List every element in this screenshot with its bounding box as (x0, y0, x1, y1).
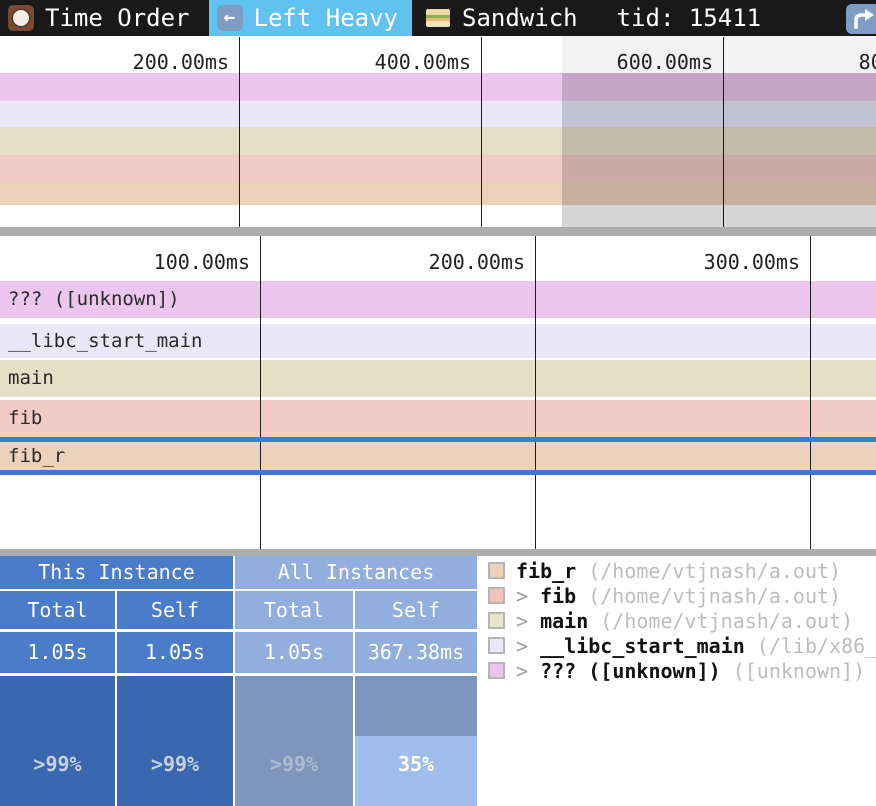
stats-value: 1.05s (0, 632, 115, 673)
minimap-tick-label: 400.00ms (375, 50, 471, 74)
frame-main[interactable]: main (0, 360, 876, 397)
callstack-list: fib_r (/home/vtjnash/a.out) > fib (/home/vt… (478, 556, 876, 806)
stats-percent-label: >99% (235, 752, 353, 776)
chevron-right-icon: > (516, 584, 540, 608)
callstack-frame-name: main (540, 609, 588, 633)
minimap-dim-outside-viewport (562, 73, 876, 227)
stats-value: 1.05s (235, 632, 353, 673)
frame-unknown[interactable]: ??? ([unknown]) (0, 281, 876, 318)
frame-label: fib_r (0, 445, 65, 467)
callstack-row-main: > main (/home/vtjnash/a.out) (478, 608, 876, 633)
stats-col-header: Self (355, 591, 477, 629)
tab-left-heavy[interactable]: ← Left Heavy (209, 0, 413, 36)
chevron-right-icon: > (516, 634, 540, 658)
minimap-tick-label: 200.00ms (133, 50, 229, 74)
frame-label: ??? ([unknown]) (0, 288, 180, 310)
tab-label: Left Heavy (254, 0, 399, 36)
color-swatch-icon (488, 612, 505, 629)
stats-col-header: Total (235, 591, 353, 629)
frame-fib-r[interactable]: fib_r (0, 442, 876, 470)
flamegraph-tick-label: 300.00ms (704, 250, 800, 274)
flamegraph-gridline (535, 236, 536, 549)
stats-value: 367.38ms (355, 632, 477, 673)
chevron-right-icon: > (516, 609, 540, 633)
stats-header-all-instances: All Instances (235, 556, 477, 589)
selection-border-top (0, 437, 876, 442)
stats-percent-bar: >99% (117, 676, 233, 806)
profiler-app: Time Order ← Left Heavy Sandwich tid: 15411… (0, 0, 876, 806)
stats-value: 1.05s (117, 632, 233, 673)
callstack-frame-path: (/home/vtjnash/a.out) (588, 559, 841, 583)
frame-label: __libc_start_main (0, 330, 202, 352)
minimap-gridline (239, 37, 240, 227)
clock-icon (8, 5, 34, 31)
callstack-frame-name: fib (540, 584, 576, 608)
flamegraph-tick-label: 200.00ms (429, 250, 525, 274)
stats-header-this-instance: This Instance (0, 556, 233, 589)
tab-label: Time Order (45, 0, 190, 36)
callstack-row-libc-start-main: > __libc_start_main (/lib/x86_ (478, 633, 876, 658)
frame-fib[interactable]: fib (0, 400, 876, 437)
minimap-overview[interactable]: 200.00ms400.00ms600.00ms800.00ms (0, 36, 876, 227)
frame-libc-start-main[interactable]: __libc_start_main (0, 324, 876, 358)
stats-percent-bar: >99% (0, 676, 115, 806)
sandwich-icon (425, 5, 451, 31)
color-swatch-icon (488, 562, 505, 579)
tab-sandwich[interactable]: Sandwich (417, 0, 592, 36)
callstack-frame-path: (/lib/x86_ (757, 634, 876, 658)
stats-percent-label: 35% (355, 752, 477, 776)
stats-percent-label: >99% (0, 752, 115, 776)
callstack-frame-name: __libc_start_main (540, 634, 745, 658)
color-swatch-icon (488, 637, 505, 654)
callstack-frame-path: (/home/vtjnash/a.out) (600, 609, 853, 633)
export-button[interactable] (846, 4, 876, 34)
toolbar-tabs: Time Order ← Left Heavy Sandwich (0, 0, 597, 36)
tid-label: tid: 15411 (617, 4, 762, 32)
callstack-row-fib: > fib (/home/vtjnash/a.out) (478, 583, 876, 608)
flamegraph-gridline (260, 236, 261, 549)
frame-label: main (0, 367, 54, 389)
stats-table: This InstanceAll InstancesTotalSelfTotal… (0, 556, 478, 806)
flamegraph-gridline (810, 236, 811, 549)
tab-time-order[interactable]: Time Order (0, 0, 204, 36)
color-swatch-icon (488, 662, 505, 679)
arrow-left-icon: ← (217, 5, 243, 31)
flamegraph-tick-label: 100.00ms (154, 250, 250, 274)
callstack-row-fib-r: fib_r (/home/vtjnash/a.out) (478, 558, 876, 583)
stats-percent-bar: 35% (355, 676, 477, 806)
arrow-curve-up-icon (850, 7, 876, 31)
selection-border-bottom (0, 470, 876, 475)
callstack-frame-name: ??? ([unknown]) (540, 659, 721, 683)
panel-separator (0, 549, 876, 556)
minimap-gridline (481, 37, 482, 227)
callstack-frame-name: fib_r (516, 559, 576, 583)
chevron-right-icon: > (516, 659, 540, 683)
detail-panel: This InstanceAll InstancesTotalSelfTotal… (0, 556, 876, 806)
minimap-dim-axis (562, 36, 876, 73)
callstack-frame-path: (/home/vtjnash/a.out) (588, 584, 841, 608)
callstack-frame-path: ([unknown]) (733, 659, 865, 683)
tab-label: Sandwich (462, 0, 578, 36)
stats-percent-bar: >99% (235, 676, 353, 806)
stats-col-header: Self (117, 591, 233, 629)
minimap-separator (0, 227, 876, 236)
stats-percent-label: >99% (117, 752, 233, 776)
callstack-row-unknown: > ??? ([unknown]) ([unknown]) (478, 658, 876, 683)
toolbar: Time Order ← Left Heavy Sandwich tid: 15411 (0, 0, 876, 36)
stats-col-header: Total (0, 591, 115, 629)
flamegraph: ??? ([unknown]) __libc_start_mainmain fib f… (0, 236, 876, 549)
color-swatch-icon (488, 587, 505, 604)
frame-label: fib (0, 407, 42, 429)
